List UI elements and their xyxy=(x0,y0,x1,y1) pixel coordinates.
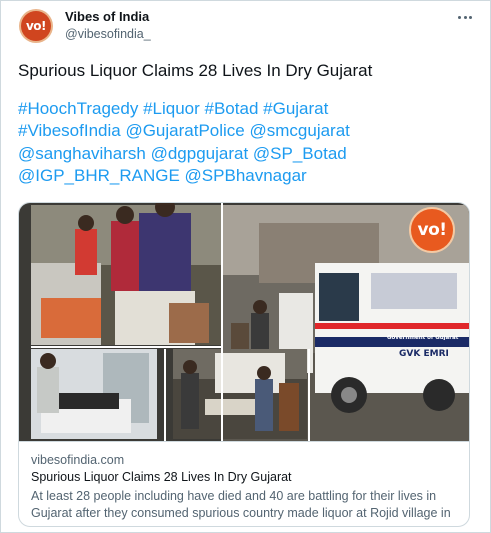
photo-hospital-crowd xyxy=(31,203,221,345)
tag-line: #VibesofIndia @GujaratPolice @smcgujarat xyxy=(18,120,483,143)
tag-line: @IGP_BHR_RANGE @SPBhavnagar xyxy=(18,165,483,188)
user-handle[interactable]: @vibesofindia_ xyxy=(65,26,151,42)
author-names: Vibes of India @vibesofindia_ xyxy=(65,9,151,42)
photo-hospital-beds xyxy=(31,349,157,439)
mention-link[interactable]: @dgpgujarat xyxy=(151,144,249,163)
mention-link[interactable]: @smcgujarat xyxy=(250,121,350,140)
card-meta[interactable]: vibesofindia.com Spurious Liquor Claims … xyxy=(19,441,469,526)
tweet-container: vo! Vibes of India @vibesofindia_ Spurio… xyxy=(0,0,491,533)
mention-link[interactable]: @SPBhavnagar xyxy=(185,166,307,185)
vibes-of-india-logo: vo! xyxy=(409,207,455,253)
card-domain: vibesofindia.com xyxy=(31,453,125,467)
card-description: At least 28 people including have died a… xyxy=(31,489,451,526)
vibes-of-india-logo: vo! xyxy=(21,11,51,41)
hashtag-link[interactable]: #Botad xyxy=(205,99,259,118)
image-logo-text: vo! xyxy=(417,220,447,240)
tweet-tags: #HoochTragedy #Liquor #Botad #Gujarat #Vi… xyxy=(18,98,483,188)
card-image[interactable]: vo! GVK EMRI Government of Gujarat xyxy=(19,203,469,441)
hashtag-link[interactable]: #VibesofIndia xyxy=(18,121,121,140)
tweet-headline: Spurious Liquor Claims 28 Lives In Dry G… xyxy=(18,61,373,80)
hashtag-link[interactable]: #Gujarat xyxy=(263,99,328,118)
card-photo-collage xyxy=(19,203,469,441)
mention-link[interactable]: @IGP_BHR_RANGE xyxy=(18,166,180,185)
photo-stretcher xyxy=(173,349,307,439)
tag-line: #HoochTragedy #Liquor #Botad #Gujarat xyxy=(18,98,483,121)
card-title: Spurious Liquor Claims 28 Lives In Dry G… xyxy=(31,470,292,484)
link-card[interactable]: vo! GVK EMRI Government of Gujarat vibes… xyxy=(18,202,470,527)
mention-link[interactable]: @GujaratPolice xyxy=(125,121,244,140)
avatar-logo-text: vo! xyxy=(25,19,47,33)
ambulance-brand-text: GVK EMRI xyxy=(399,349,449,359)
hashtag-link[interactable]: #HoochTragedy xyxy=(18,99,138,118)
more-options-icon[interactable] xyxy=(454,10,476,24)
avatar[interactable]: vo! xyxy=(19,9,53,43)
mention-link[interactable]: @sanghaviharsh xyxy=(18,144,146,163)
tweet-header: vo! Vibes of India @vibesofindia_ xyxy=(19,7,476,47)
ambulance-panel-text: Government of Gujarat xyxy=(387,335,459,341)
tag-line: @sanghaviharsh @dgpgujarat @SP_Botad xyxy=(18,143,483,166)
display-name[interactable]: Vibes of India xyxy=(65,9,151,25)
mention-link[interactable]: @SP_Botad xyxy=(253,144,347,163)
hashtag-link[interactable]: #Liquor xyxy=(143,99,200,118)
tweet-text: Spurious Liquor Claims 28 Lives In Dry G… xyxy=(18,60,483,188)
